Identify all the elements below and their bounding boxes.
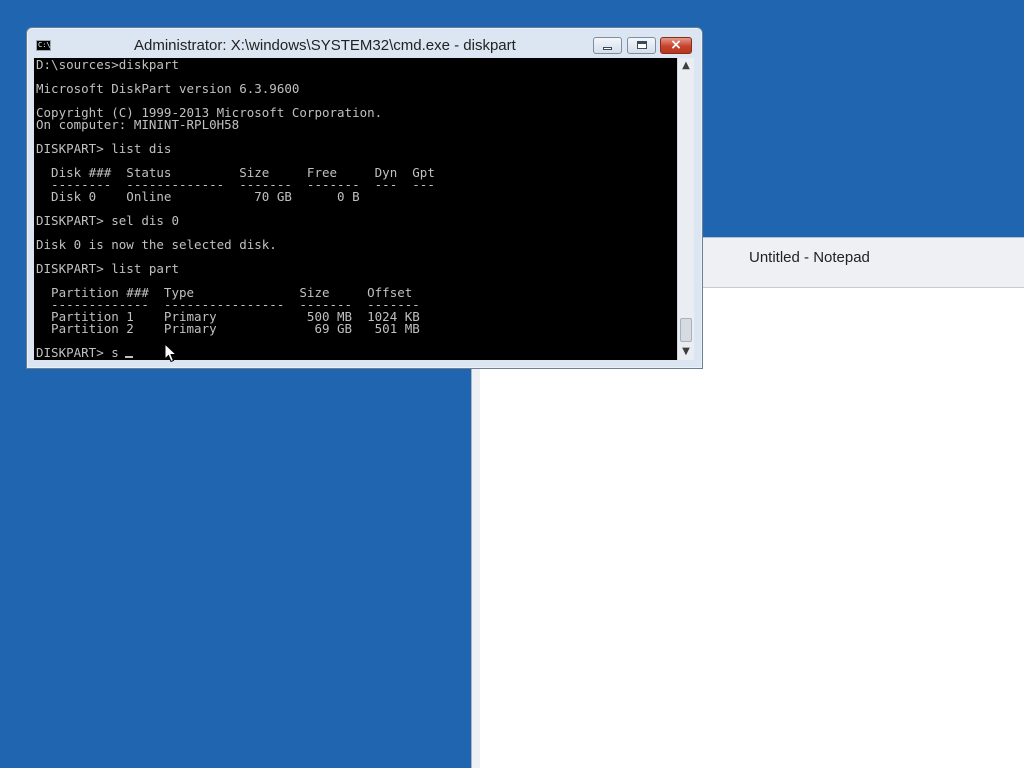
scroll-down-arrow-icon[interactable]: ▼ <box>678 344 694 360</box>
minimize-button[interactable] <box>593 37 622 54</box>
text-cursor <box>125 356 133 358</box>
console-line: Disk 0 Online 70 GB 0 B <box>36 189 360 204</box>
console-line: Partition 2 Primary 69 GB 501 MB <box>36 321 420 336</box>
close-icon: × <box>670 37 682 53</box>
scrollbar-thumb[interactable] <box>680 318 692 342</box>
console-output[interactable]: D:\sources>diskpart Microsoft DiskPart v… <box>34 58 677 360</box>
maximize-button[interactable] <box>627 37 656 54</box>
vertical-scrollbar[interactable]: ▲ ▼ <box>677 58 694 360</box>
desktop: Untitled - Notepad C:\ Administrator: X:… <box>0 0 1024 768</box>
console-line: Disk 0 is now the selected disk. <box>36 237 277 252</box>
console-line: DISKPART> list dis <box>36 141 172 156</box>
maximize-icon <box>637 41 647 49</box>
notepad-title: Untitled - Notepad <box>749 249 870 266</box>
console-line: DISKPART> list part <box>36 261 179 276</box>
cmd-window-title: Administrator: X:\windows\SYSTEM32\cmd.e… <box>134 37 516 54</box>
mouse-pointer-icon <box>164 343 178 363</box>
console-line: Microsoft DiskPart version 6.3.9600 <box>36 81 300 96</box>
minimize-icon <box>603 47 612 50</box>
console-line: On computer: MININT-RPL0H58 <box>36 117 240 132</box>
cmd-window[interactable]: C:\ Administrator: X:\windows\SYSTEM32\c… <box>26 27 703 369</box>
console-text: D:\sources>diskpart Microsoft DiskPart v… <box>36 58 435 360</box>
scroll-up-arrow-icon[interactable]: ▲ <box>678 58 694 74</box>
console-line: DISKPART> sel dis 0 <box>36 213 179 228</box>
cmd-titlebar[interactable]: C:\ Administrator: X:\windows\SYSTEM32\c… <box>27 28 702 58</box>
cmd-app-icon[interactable]: C:\ <box>36 40 51 51</box>
console-line: D:\sources>diskpart <box>36 58 179 72</box>
console-line: DISKPART> s <box>36 345 119 360</box>
close-button[interactable]: × <box>660 37 692 54</box>
